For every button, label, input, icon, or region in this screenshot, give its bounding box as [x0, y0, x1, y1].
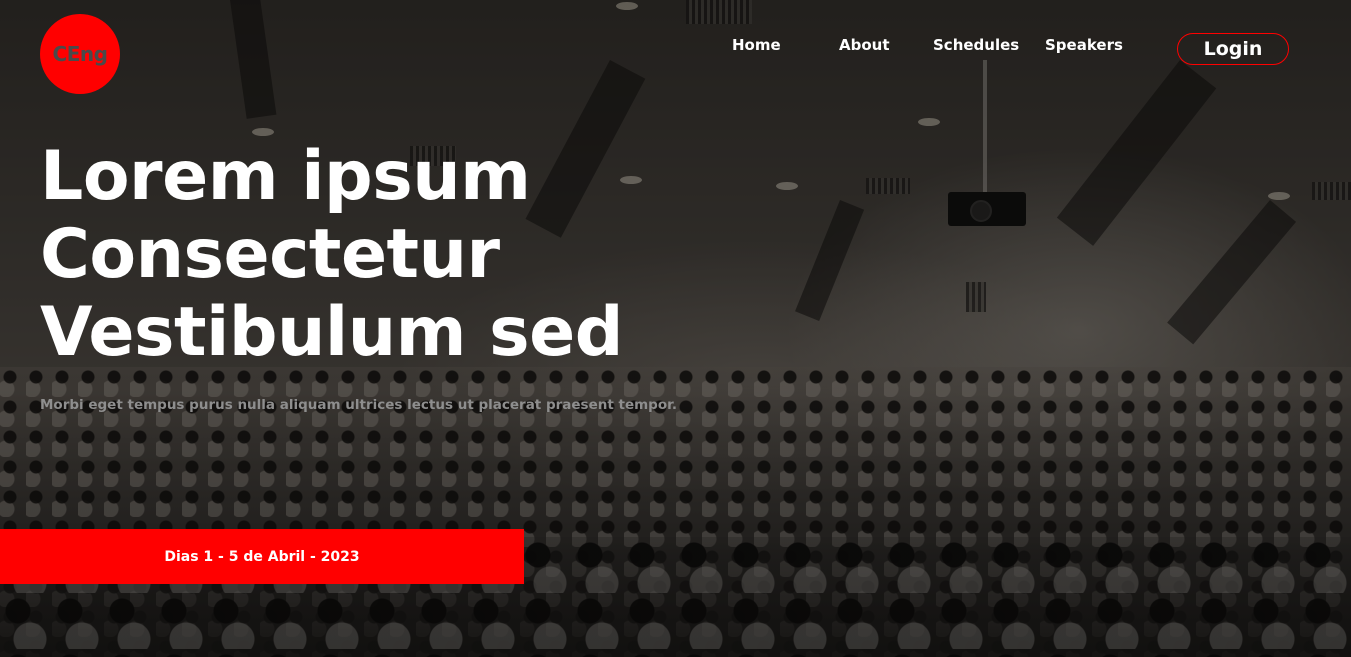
- nav-link-schedules[interactable]: Schedules: [933, 36, 1019, 54]
- login-button[interactable]: Login: [1177, 33, 1289, 65]
- hero-headline: Lorem ipsum Consectetur Vestibulum sed: [40, 138, 623, 372]
- nav-link-home[interactable]: Home: [732, 36, 781, 54]
- headline-line-2: Consectetur: [40, 215, 500, 294]
- nav-link-speakers[interactable]: Speakers: [1045, 36, 1123, 54]
- headline-line-1: Lorem ipsum: [40, 137, 531, 216]
- logo[interactable]: CEng: [40, 14, 120, 94]
- nav-link-about[interactable]: About: [839, 36, 890, 54]
- logo-text: CEng: [52, 42, 108, 66]
- hero-section: CEng Home About Schedules Speakers Login…: [0, 0, 1351, 657]
- headline-line-3: Vestibulum sed: [40, 293, 623, 372]
- hero-subtitle: Morbi eget tempus purus nulla aliquam ul…: [40, 397, 677, 413]
- event-date-banner: Dias 1 - 5 de Abril - 2023: [0, 529, 524, 584]
- event-date-text: Dias 1 - 5 de Abril - 2023: [164, 548, 360, 565]
